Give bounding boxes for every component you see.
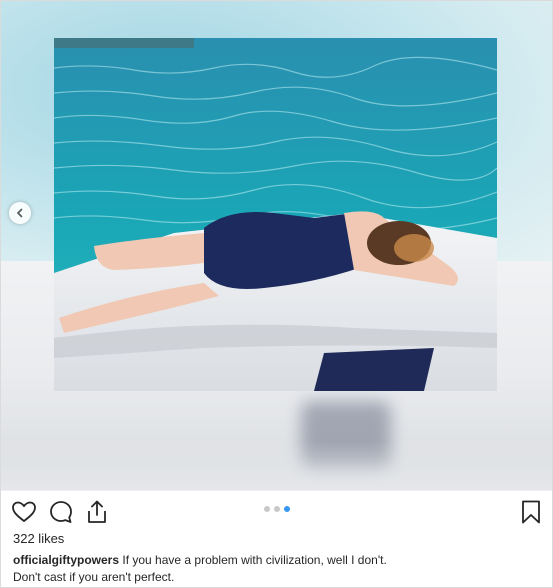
save-button[interactable] xyxy=(518,499,544,525)
post-photo[interactable] xyxy=(54,38,497,391)
comment-bubble-icon xyxy=(50,501,72,523)
shoreline xyxy=(54,38,194,48)
heart-outline-icon xyxy=(12,501,36,523)
photo-illustration xyxy=(54,38,497,391)
blurred-background-fade xyxy=(1,441,552,490)
caption-text-line2: Don't cast if you aren't perfect. xyxy=(13,570,175,584)
like-button[interactable] xyxy=(11,499,37,525)
likes-count[interactable]: 322 likes xyxy=(13,531,64,546)
chevron-left-icon xyxy=(16,208,23,218)
post-caption: officialgiftypowers If you have a proble… xyxy=(13,552,543,586)
carousel-dot-active xyxy=(284,506,290,512)
carousel-dot xyxy=(274,506,280,512)
caption-text-line1: If you have a problem with civilization,… xyxy=(122,553,387,567)
caption-username[interactable]: officialgiftypowers xyxy=(13,553,119,567)
share-upload-icon xyxy=(88,500,106,523)
share-button[interactable] xyxy=(84,499,110,525)
instagram-post: 322 likes officialgiftypowers If you hav… xyxy=(0,0,553,588)
carousel-indicator xyxy=(264,506,290,512)
carousel-dot xyxy=(264,506,270,512)
bookmark-icon xyxy=(522,500,540,524)
carousel-prev-button[interactable] xyxy=(9,202,31,224)
hair-highlight xyxy=(394,234,434,262)
comment-button[interactable] xyxy=(48,499,74,525)
boat-dark-panel xyxy=(314,348,434,391)
post-media xyxy=(1,1,552,490)
